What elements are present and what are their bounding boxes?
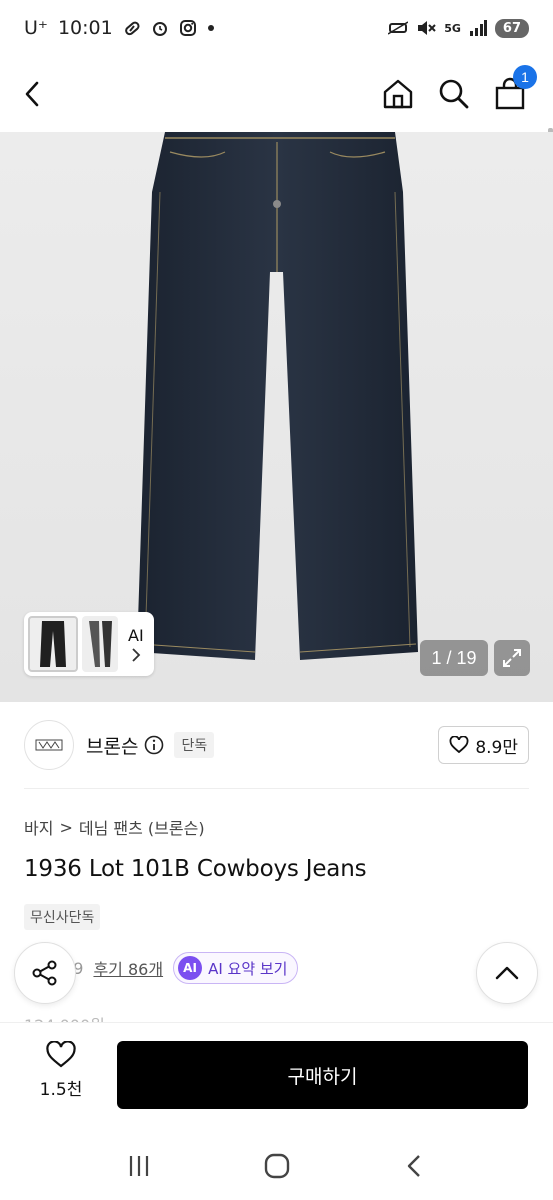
system-nav-bar	[0, 1132, 553, 1200]
brand-row: 브론슨 단독 8.9만	[24, 718, 529, 772]
divider	[24, 788, 529, 789]
home-circle-icon[interactable]	[263, 1152, 291, 1180]
heart-icon	[45, 1041, 77, 1069]
network-icon: 5G	[444, 21, 461, 35]
ai-similar-link[interactable]: AI	[128, 626, 144, 663]
expand-image-button[interactable]	[494, 640, 530, 676]
cart-count-badge: 1	[513, 65, 537, 89]
screen-rotate-icon	[388, 20, 409, 36]
heart-outline-icon	[449, 736, 469, 754]
breadcrumb-subcategory[interactable]: 데님 팬츠 (브론슨)	[79, 815, 205, 839]
top-nav: 1	[0, 56, 553, 174]
wish-count: 1.5천	[39, 1080, 83, 1100]
ai-similar-thumbnail-card[interactable]: AI	[24, 612, 154, 676]
brand-like-count: 8.9만	[475, 737, 518, 758]
notification-dot-icon	[207, 24, 215, 32]
brand-exclusive-tag: 단독	[174, 732, 215, 758]
clock: 10:01	[57, 17, 113, 39]
thumbnail-1[interactable]	[28, 616, 78, 672]
status-bar: U⁺ 10:01 5G 67	[0, 0, 553, 56]
system-back-icon[interactable]	[402, 1153, 428, 1179]
chevron-up-icon	[494, 964, 520, 982]
recent-apps-icon[interactable]	[126, 1153, 152, 1179]
back-arrow-icon[interactable]	[20, 79, 46, 109]
expand-icon	[501, 647, 523, 669]
ai-summary-button[interactable]: AI AI 요약 보기	[173, 952, 299, 984]
share-icon	[30, 958, 60, 988]
ai-badge: AI	[178, 956, 203, 980]
purchase-bar: 1.5천 구매하기	[0, 1022, 553, 1132]
breadcrumb-separator: >	[59, 817, 73, 837]
signal-icon	[469, 20, 487, 36]
thumbnail-2[interactable]	[82, 616, 118, 672]
pill-icon	[123, 19, 141, 37]
info-icon[interactable]	[144, 735, 164, 755]
instagram-icon	[179, 19, 197, 37]
carrier-label: U⁺	[24, 17, 48, 39]
musinsa-exclusive-tag: 무신사단독	[24, 904, 101, 930]
scroll-top-button[interactable]	[476, 942, 538, 1004]
battery-indicator: 67	[494, 18, 529, 38]
ai-label: AI	[128, 625, 144, 645]
brand-logo[interactable]	[24, 720, 74, 770]
mute-icon	[416, 19, 436, 37]
brand-like-button[interactable]: 8.9만	[438, 726, 529, 764]
wish-button[interactable]: 1.5천	[24, 1041, 98, 1100]
buy-button[interactable]: 구매하기	[117, 1041, 528, 1109]
price-peek: 124,000원	[24, 1012, 105, 1022]
image-counter: 1 / 19	[420, 640, 488, 676]
cart-button[interactable]: 1	[493, 65, 537, 111]
chevron-right-icon	[130, 647, 142, 663]
breadcrumb-category[interactable]: 바지	[24, 815, 53, 839]
brand-name[interactable]: 브론슨	[86, 732, 138, 759]
reviews-link[interactable]: 후기 86개	[93, 956, 163, 980]
home-icon[interactable]	[381, 77, 415, 111]
alarm-icon	[151, 19, 169, 37]
breadcrumb: 바지 > 데님 팬츠 (브론슨)	[24, 815, 205, 839]
share-button[interactable]	[14, 942, 76, 1004]
product-image-gallery[interactable]: AI 1 / 19	[0, 132, 553, 702]
ai-summary-label: AI 요약 보기	[208, 959, 288, 978]
search-icon[interactable]	[437, 77, 471, 111]
product-title: 1936 Lot 101B Cowboys Jeans	[24, 856, 367, 882]
